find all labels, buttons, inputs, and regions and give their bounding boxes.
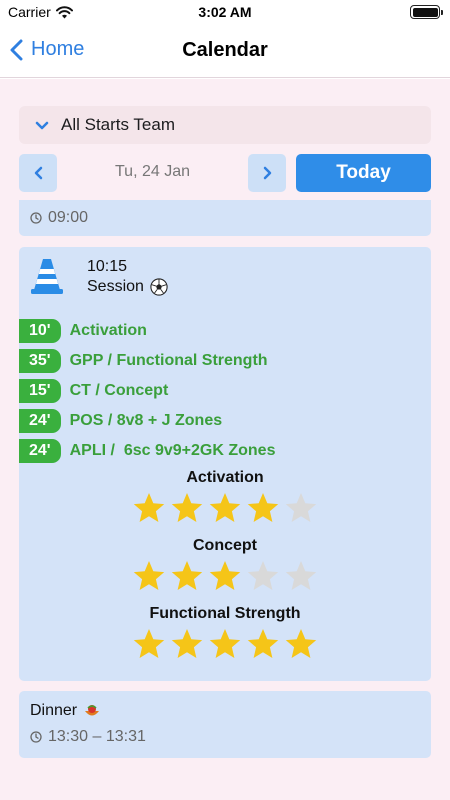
activity-item[interactable]: 35' GPP / Functional Strength bbox=[19, 349, 268, 373]
previous-day-button[interactable] bbox=[19, 154, 57, 192]
star-filled-icon[interactable] bbox=[208, 627, 242, 661]
clock-icon bbox=[30, 731, 42, 743]
activity-item[interactable]: 24' POS / 8v8 + J Zones bbox=[19, 409, 222, 433]
star-rating bbox=[19, 627, 431, 661]
status-time: 3:02 AM bbox=[198, 4, 252, 20]
dinner-time-row: 13:30 – 13:31 bbox=[30, 728, 146, 746]
star-filled-icon[interactable] bbox=[170, 491, 204, 525]
chevron-down-icon bbox=[35, 121, 49, 129]
chevron-left-icon bbox=[34, 166, 42, 180]
page-title: Calendar bbox=[182, 39, 268, 61]
star-filled-icon[interactable] bbox=[132, 627, 166, 661]
dinner-title-row: Dinner bbox=[30, 702, 101, 720]
team-name: All Starts Team bbox=[61, 115, 176, 134]
current-date: Tu, 24 Jan bbox=[114, 163, 190, 180]
star-filled-icon[interactable] bbox=[208, 559, 242, 593]
star-rating bbox=[19, 559, 431, 593]
rating-title: Activation bbox=[186, 469, 264, 486]
activity-item[interactable]: 24' APLI / 6sc 9v9+2GK Zones bbox=[19, 439, 275, 463]
activity-duration-badge: 10' bbox=[19, 319, 61, 343]
activity-duration-badge: 24' bbox=[19, 439, 61, 463]
dinner-event-card[interactable]: Dinner 13:30 – 13:31 bbox=[19, 691, 431, 758]
session-name-row: Session bbox=[87, 278, 168, 296]
chevron-right-icon bbox=[263, 166, 271, 180]
session-name: Session bbox=[87, 278, 144, 295]
previous-event-time: 09:00 bbox=[48, 209, 89, 226]
activity-duration-badge: 24' bbox=[19, 409, 61, 433]
activity-label: APLI / 6sc 9v9+2GK Zones bbox=[69, 442, 276, 459]
next-day-button[interactable] bbox=[248, 154, 286, 192]
today-button[interactable]: Today bbox=[296, 154, 431, 192]
star-filled-icon[interactable] bbox=[208, 491, 242, 525]
activity-duration-badge: 35' bbox=[19, 349, 61, 373]
rating-title: Concept bbox=[193, 537, 257, 554]
star-rating bbox=[19, 491, 431, 525]
navigation-bar: Home Calendar bbox=[0, 24, 450, 78]
rating-block: Functional Strength bbox=[19, 605, 431, 661]
star-filled-icon[interactable] bbox=[170, 559, 204, 593]
team-selector[interactable]: All Starts Team bbox=[19, 106, 431, 144]
date-navigator: Tu, 24 Jan Today bbox=[19, 154, 431, 192]
star-filled-icon[interactable] bbox=[132, 559, 166, 593]
previous-event-card[interactable]: 09:00 bbox=[19, 200, 431, 236]
status-bar: Carrier 3:02 AM bbox=[0, 0, 450, 24]
activity-item[interactable]: 15' CT / Concept bbox=[19, 379, 168, 403]
rating-block: Activation bbox=[19, 469, 431, 525]
battery-icon bbox=[410, 5, 443, 19]
star-empty-icon[interactable] bbox=[284, 559, 318, 593]
session-card[interactable]: 10:15 Session 10' Activation 35' GPP / Func… bbox=[19, 247, 431, 681]
cone-icon bbox=[31, 259, 63, 294]
calendar-content: All Starts Team Tu, 24 Jan Today 09:00 1… bbox=[0, 79, 450, 800]
food-icon bbox=[85, 705, 100, 716]
star-filled-icon[interactable] bbox=[284, 627, 318, 661]
star-filled-icon[interactable] bbox=[246, 491, 280, 525]
dinner-time: 13:30 – 13:31 bbox=[48, 728, 146, 745]
activity-label: POS / 8v8 + J Zones bbox=[69, 412, 223, 429]
star-filled-icon[interactable] bbox=[170, 627, 204, 661]
star-filled-icon[interactable] bbox=[246, 627, 280, 661]
rating-block: Concept bbox=[19, 537, 431, 593]
activity-label: Activation bbox=[69, 322, 147, 339]
activity-label: CT / Concept bbox=[69, 382, 169, 399]
clock-icon bbox=[30, 212, 42, 224]
activity-duration-badge: 15' bbox=[19, 379, 61, 403]
activity-label: GPP / Functional Strength bbox=[69, 352, 268, 369]
star-empty-icon[interactable] bbox=[284, 491, 318, 525]
session-time: 10:15 bbox=[87, 258, 128, 275]
rating-title: Functional Strength bbox=[149, 605, 301, 622]
dinner-title: Dinner bbox=[30, 702, 78, 719]
activity-item[interactable]: 10' Activation bbox=[19, 319, 147, 343]
star-empty-icon[interactable] bbox=[246, 559, 280, 593]
star-filled-icon[interactable] bbox=[132, 491, 166, 525]
soccer-ball-icon bbox=[150, 278, 168, 296]
